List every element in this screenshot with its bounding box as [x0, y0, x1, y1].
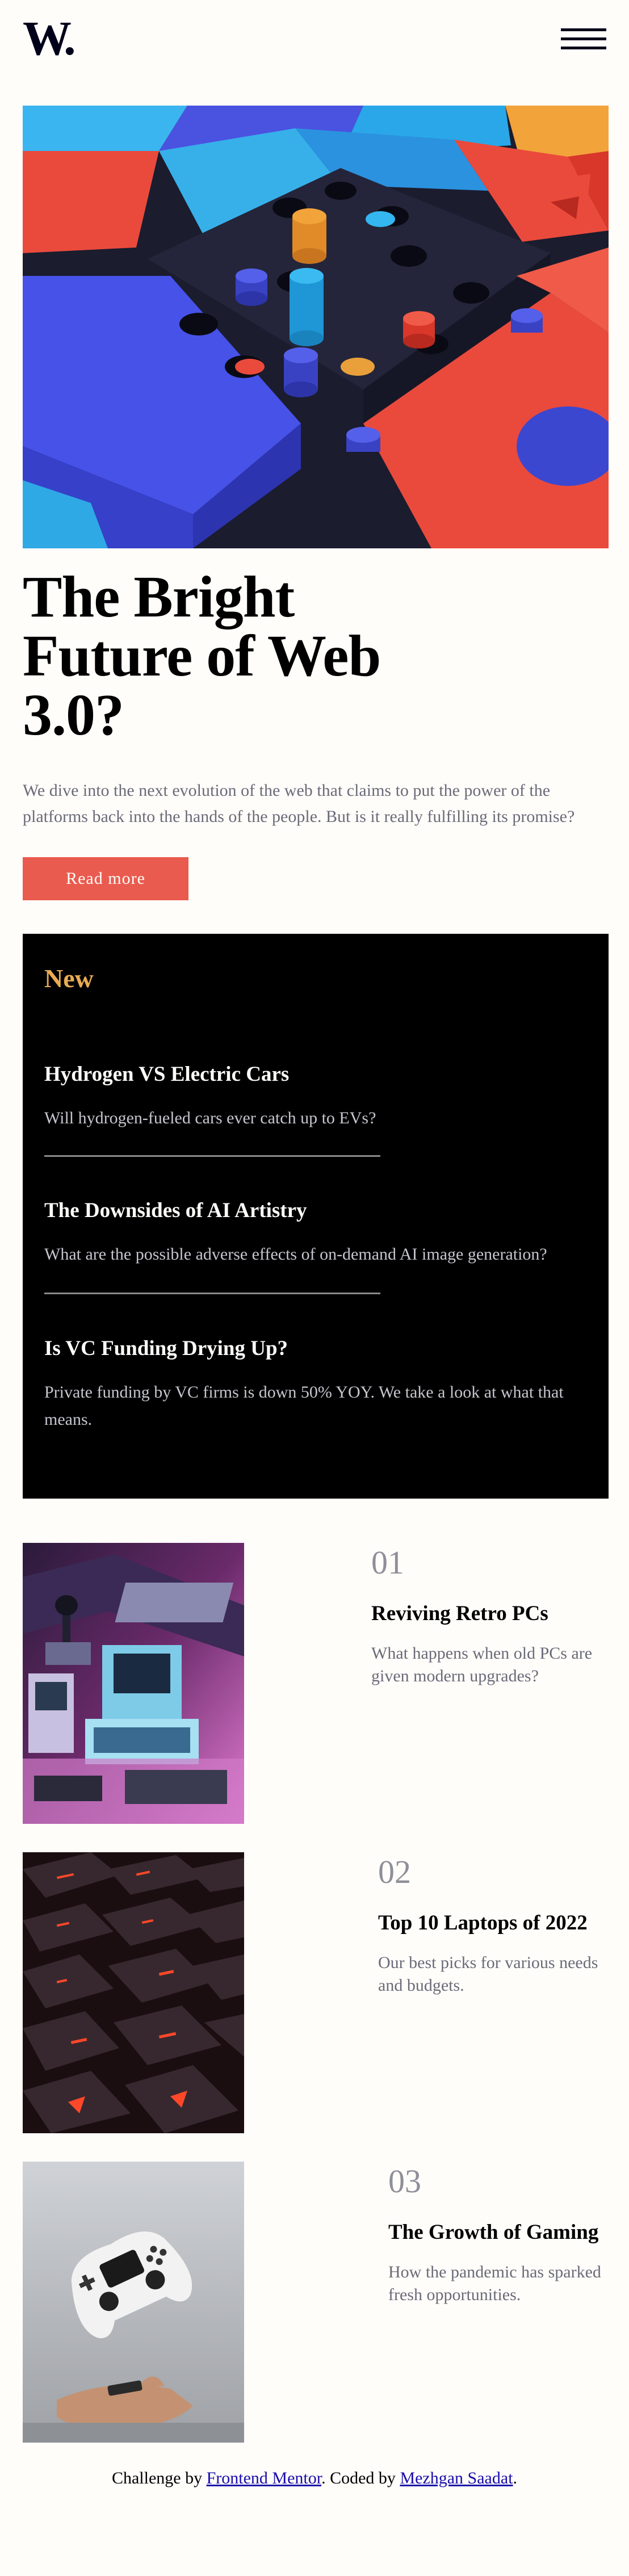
new-articles-panel: New Hydrogen VS Electric Cars Will hydro…	[23, 934, 609, 1499]
divider	[44, 1155, 380, 1157]
laptops-image	[23, 1852, 244, 2133]
retro-pcs-image	[23, 1543, 244, 1824]
new-article-item[interactable]: Is VC Funding Drying Up? Private funding…	[44, 1336, 589, 1433]
hamburger-menu-icon[interactable]	[561, 28, 606, 51]
gaming-controller-image	[23, 2162, 244, 2443]
card-title[interactable]: Reviving Retro PCs	[371, 1601, 610, 1626]
card-title[interactable]: Top 10 Laptops of 2022	[378, 1911, 617, 1936]
card-description: How the pandemic has sparked fresh oppor…	[388, 2263, 601, 2304]
card: 03 The Growth of Gaming How the pandemic…	[388, 2164, 627, 2306]
hero-title-line: 3.0?	[23, 682, 124, 748]
hero-title-line: The Bright	[23, 564, 295, 630]
footer-suffix: .	[513, 2469, 518, 2487]
frontend-mentor-link[interactable]: Frontend Mentor	[207, 2469, 322, 2487]
hero-title: The Bright Future of Web 3.0?	[23, 568, 431, 745]
new-article-description: What are the possible adverse effects of…	[44, 1245, 547, 1264]
footer-prefix: Challenge by	[111, 2469, 207, 2487]
new-article-description: Will hydrogen-fueled cars ever catch up …	[44, 1109, 376, 1127]
new-article-title[interactable]: Hydrogen VS Electric Cars	[44, 1062, 589, 1088]
read-more-button[interactable]: Read more	[23, 857, 188, 900]
card-title[interactable]: The Growth of Gaming	[388, 2220, 627, 2245]
card-description: What happens when old PCs are given mode…	[371, 1644, 593, 1685]
logo-text: W.	[23, 19, 74, 59]
new-heading: New	[44, 964, 94, 993]
new-article-description: Private funding by VC firms is down 50% …	[44, 1383, 564, 1429]
hero-title-line: Future of Web	[23, 623, 381, 689]
site-header: W.	[23, 19, 606, 65]
hero-description: We dive into the next evolution of the w…	[23, 781, 575, 826]
hero-image	[23, 106, 609, 548]
footer-attribution: Challenge by Frontend Mentor. Coded by M…	[0, 2467, 629, 2490]
new-article-title[interactable]: Is VC Funding Drying Up?	[44, 1336, 589, 1362]
new-article-item[interactable]: Hydrogen VS Electric Cars Will hydrogen-…	[44, 1062, 589, 1132]
card-number: 02	[378, 1853, 411, 1890]
footer-middle: . Coded by	[321, 2469, 400, 2487]
author-link[interactable]: Mezhgan Saadat	[400, 2469, 513, 2487]
card-number: 01	[371, 1544, 404, 1581]
new-article-item[interactable]: The Downsides of AI Artistry What are th…	[44, 1198, 589, 1268]
card-number: 03	[388, 2163, 421, 2200]
card-description: Our best picks for various needs and bud…	[378, 1953, 598, 1995]
site-logo[interactable]: W.	[23, 19, 79, 59]
new-article-title[interactable]: The Downsides of AI Artistry	[44, 1198, 589, 1224]
divider	[44, 1293, 380, 1294]
card: 02 Top 10 Laptops of 2022 Our best picks…	[378, 1855, 617, 1997]
card: 01 Reviving Retro PCs What happens when …	[371, 1546, 610, 1688]
